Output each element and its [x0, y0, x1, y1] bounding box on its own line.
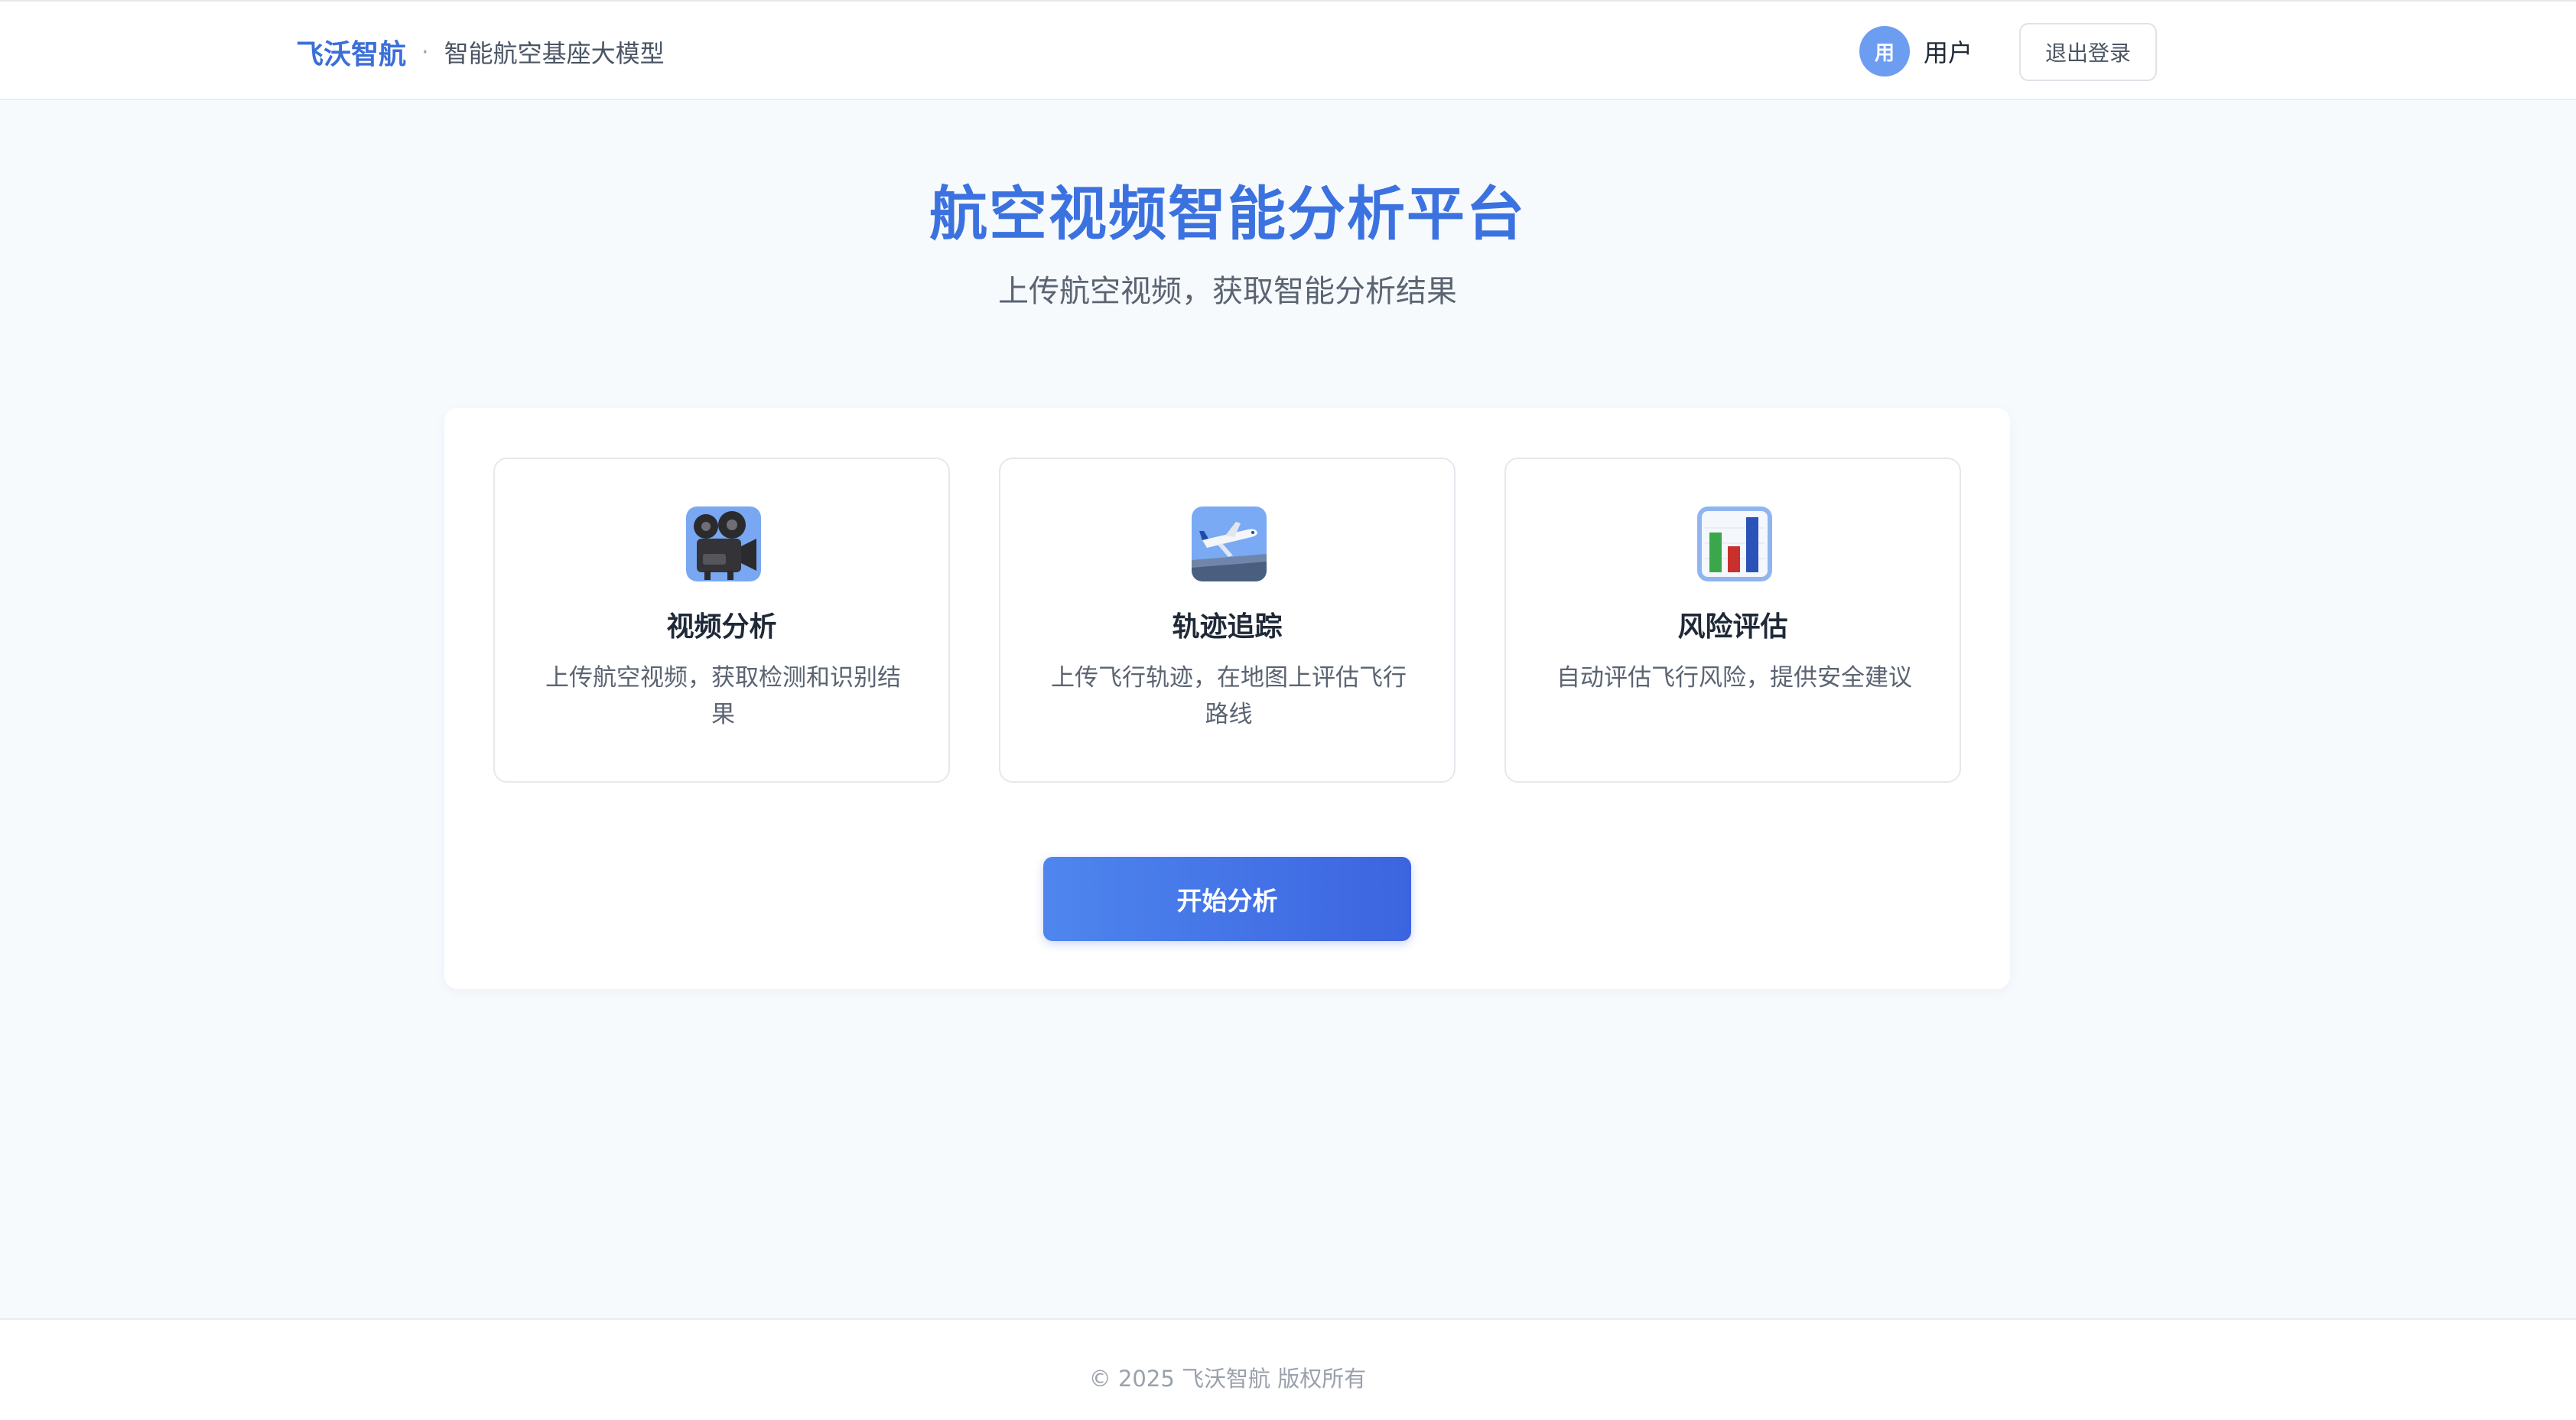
page-title: 航空视频智能分析平台: [929, 180, 1526, 248]
user-name: 用户: [1924, 38, 1973, 67]
airplane-icon: [1192, 506, 1267, 581]
feature-description: 上传飞行轨迹，在地图上评估飞行路线: [1051, 664, 1407, 728]
feature-description: 上传航空视频，获取检测和识别结果: [545, 664, 901, 728]
feature-title: 风险评估: [1677, 611, 1788, 643]
feature-panel: 视频分析 上传航空视频，获取检测和识别结果 轨迹追踪 上传飞行轨迹，在地图上评估…: [444, 408, 2010, 989]
start-analysis-button[interactable]: 开始分析: [1043, 857, 1411, 941]
top-header: 飞沃智航 · 智能航空基座大模型 用 用户 退出登录: [0, 0, 2576, 100]
brand-subtitle: 智能航空基座大模型: [444, 39, 665, 68]
user-menu[interactable]: 用 用户: [1859, 26, 1973, 77]
bar-chart-icon: [1697, 506, 1772, 581]
brand-separator: ·: [421, 38, 429, 66]
brand: 飞沃智航 · 智能航空基座大模型: [296, 32, 665, 72]
feature-card-video-analysis[interactable]: 视频分析 上传航空视频，获取检测和识别结果: [493, 458, 950, 783]
logout-button[interactable]: 退出登录: [2019, 23, 2157, 81]
page: 飞沃智航 · 智能航空基座大模型 用 用户 退出登录 航空视频智能分析平台 上传…: [0, 0, 2576, 1420]
avatar[interactable]: 用: [1859, 26, 1910, 77]
movie-camera-icon: [686, 506, 761, 581]
copyright-text: © 2025 飞沃智航 版权所有: [1088, 1366, 1367, 1392]
feature-title: 视频分析: [666, 611, 777, 643]
feature-card-trajectory-tracking[interactable]: 轨迹追踪 上传飞行轨迹，在地图上评估飞行路线: [999, 458, 1456, 783]
feature-card-risk-assessment[interactable]: 风险评估 自动评估飞行风险，提供安全建议: [1504, 458, 1961, 783]
page-subtitle: 上传航空视频，获取智能分析结果: [998, 274, 1457, 309]
feature-description: 自动评估飞行风险，提供安全建议: [1556, 664, 1912, 692]
feature-title: 轨迹追踪: [1172, 611, 1283, 643]
footer: © 2025 飞沃智航 版权所有: [0, 1318, 2576, 1420]
brand-name[interactable]: 飞沃智航: [296, 32, 406, 72]
